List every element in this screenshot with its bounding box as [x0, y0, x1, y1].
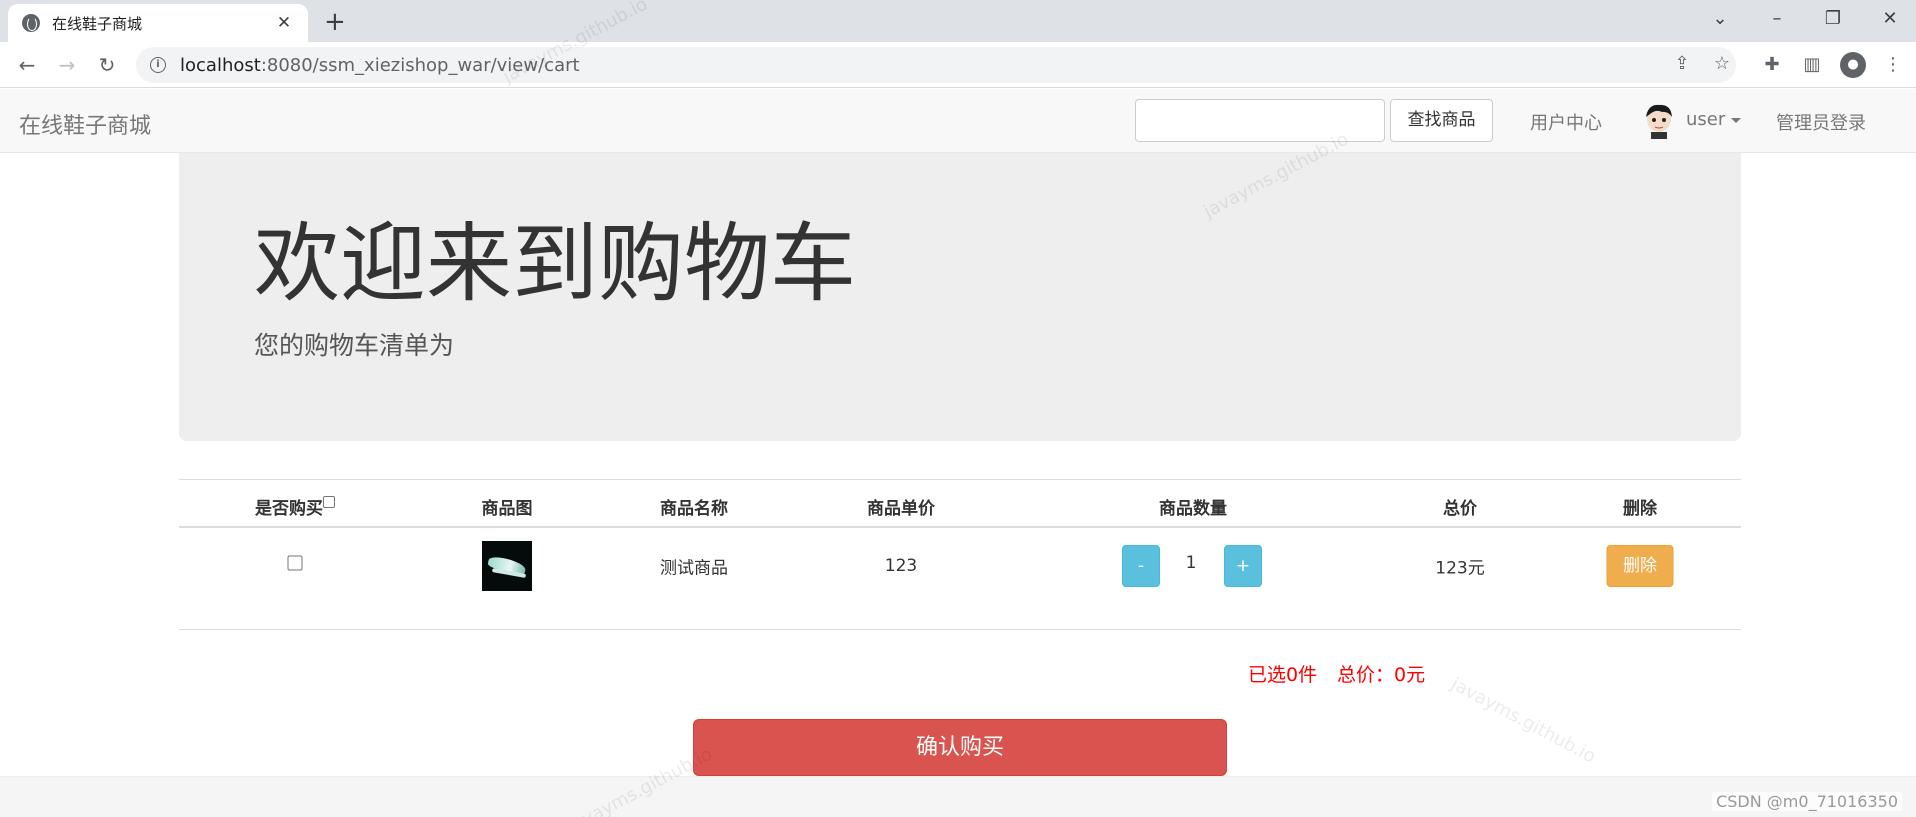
search-button[interactable]: 查找商品: [1390, 99, 1493, 142]
back-icon[interactable]: ←: [12, 50, 42, 80]
product-name: 测试商品: [660, 558, 728, 579]
product-image[interactable]: [482, 541, 532, 591]
column-header-quantity: 商品数量: [1159, 499, 1227, 519]
globe-icon: [22, 14, 40, 32]
page-title: 欢迎来到购物车: [254, 214, 856, 314]
address-bar[interactable]: i localhost:8080/ssm_xiezishop_war/view/…: [136, 47, 1736, 83]
quantity-increase-button[interactable]: +: [1224, 545, 1262, 587]
tab-close-icon[interactable]: ✕: [274, 13, 294, 33]
browser-tab[interactable]: 在线鞋子商城 ✕: [8, 4, 308, 42]
site-info-icon[interactable]: i: [150, 57, 166, 73]
select-all-checkbox[interactable]: [323, 496, 335, 508]
browser-toolbar: ← → ↻ i localhost:8080/ssm_xiezishop_war…: [0, 42, 1916, 88]
row-total: 123元: [1435, 558, 1485, 579]
browser-menu-icon[interactable]: ⋮: [1880, 52, 1906, 78]
share-icon[interactable]: ⇪: [1670, 53, 1694, 74]
table-row: 测试商品 123 - 1 + 123元 删除: [179, 528, 1741, 630]
forward-icon[interactable]: →: [52, 50, 82, 80]
jumbotron: 欢迎来到购物车 您的购物车清单为: [179, 153, 1741, 441]
url-host: localhost: [180, 54, 261, 76]
column-header-label: 是否购买: [255, 499, 323, 519]
user-dropdown[interactable]: user: [1686, 109, 1742, 130]
tab-search-icon[interactable]: ⌄: [1700, 4, 1740, 34]
column-header-total: 总价: [1443, 499, 1477, 519]
profile-icon[interactable]: ●: [1840, 52, 1866, 78]
site-navbar: 在线鞋子商城 查找商品 用户中心 user 管理员登录: [0, 89, 1916, 153]
extensions-icon[interactable]: ✚: [1759, 52, 1785, 78]
unit-price: 123: [884, 556, 918, 576]
window-close-icon[interactable]: ✕: [1870, 4, 1910, 34]
watermark: javayms.github.io: [1447, 673, 1600, 768]
avatar: [1646, 104, 1672, 139]
username-label: user: [1686, 109, 1726, 130]
caret-down-icon: [1731, 117, 1742, 123]
user-center-link[interactable]: 用户中心: [1530, 109, 1602, 135]
bookmark-star-icon[interactable]: ☆: [1710, 53, 1734, 74]
admin-login-link[interactable]: 管理员登录: [1776, 109, 1866, 135]
restore-icon[interactable]: ❐: [1813, 4, 1853, 34]
table-header-row: 是否购买 商品图 商品名称 商品单价 商品数量 总价 删除: [179, 479, 1741, 528]
delete-button[interactable]: 删除: [1606, 545, 1674, 587]
selected-count: 已选0件: [1248, 664, 1318, 686]
credit-watermark: CSDN @m0_71016350: [1712, 792, 1902, 811]
item-select-checkbox[interactable]: [287, 555, 303, 571]
confirm-purchase-button[interactable]: 确认购买: [693, 719, 1227, 776]
quantity-value: 1: [1185, 553, 1197, 573]
site-brand[interactable]: 在线鞋子商城: [19, 108, 151, 140]
page-footer: [0, 776, 1916, 817]
column-header-select: 是否购买: [255, 494, 335, 519]
search-input[interactable]: [1135, 99, 1385, 142]
minimize-icon[interactable]: –: [1757, 4, 1797, 34]
column-header-name: 商品名称: [660, 499, 728, 519]
column-header-image: 商品图: [481, 499, 533, 519]
tab-title: 在线鞋子商城: [52, 14, 143, 33]
column-header-delete: 删除: [1623, 499, 1657, 519]
browser-tabstrip: 在线鞋子商城 ✕ + ⌄ – ❐ ✕: [0, 0, 1916, 42]
quantity-decrease-button[interactable]: -: [1122, 545, 1160, 587]
new-tab-icon[interactable]: +: [324, 6, 346, 38]
page-subtitle: 您的购物车清单为: [254, 331, 455, 360]
column-header-price: 商品单价: [867, 499, 935, 519]
selected-total: 总价：0元: [1337, 664, 1426, 686]
reload-icon[interactable]: ↻: [92, 50, 122, 80]
side-panel-icon[interactable]: ▥: [1799, 52, 1825, 78]
url-path: :8080/ssm_xiezishop_war/view/cart: [260, 54, 580, 76]
